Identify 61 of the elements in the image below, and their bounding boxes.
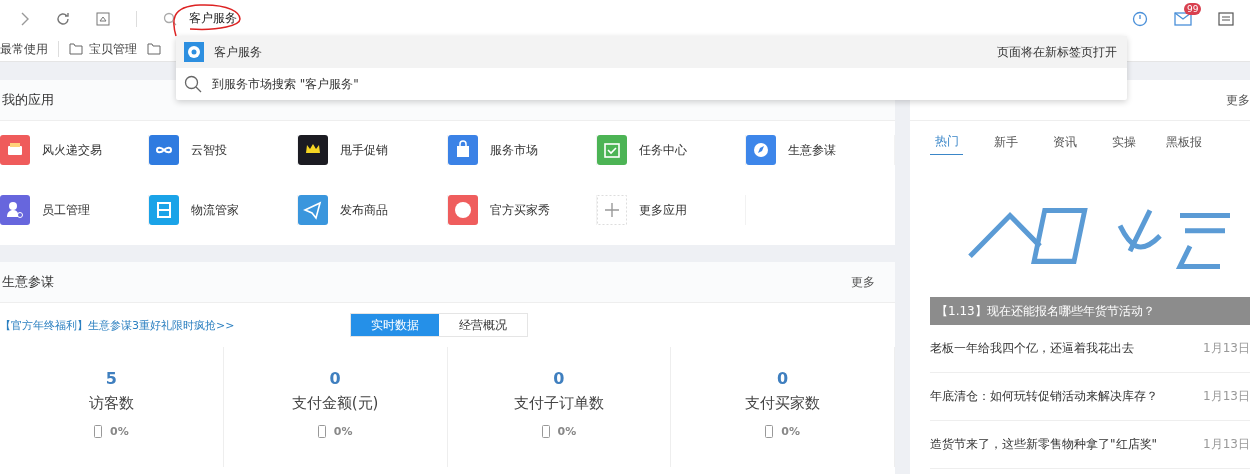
more-link[interactable]: 更多 (851, 273, 875, 291)
stat-label: 支付买家数 (745, 394, 821, 413)
mail-icon[interactable] (1174, 11, 1192, 26)
news-date: 1月13日 (1203, 388, 1250, 405)
stat-value: 0 (777, 369, 789, 388)
news-date: 1月13日 (1203, 436, 1250, 453)
news-link[interactable]: 造货节来了，这些新零售物种拿了"红店奖" (930, 436, 1158, 453)
app-item[interactable]: 任务中心 (596, 135, 746, 165)
app-item[interactable]: 物流管家 (149, 195, 299, 225)
stat-change: 0% (557, 425, 577, 438)
suggestion-item[interactable]: 客户服务 页面将在新标签页打开 (176, 36, 1127, 68)
news-date: 1月13日 (1203, 340, 1250, 357)
stat-label: 支付子订单数 (513, 394, 604, 413)
phone-icon (765, 425, 774, 438)
home-icon[interactable] (96, 11, 110, 26)
app-item[interactable]: 更多应用 (596, 195, 746, 225)
stat-label: 访客数 (88, 394, 134, 413)
stat-value: 5 (105, 369, 117, 388)
news-link[interactable]: 老板一年给我四个亿，还逼着我花出去 (930, 340, 1134, 357)
app-item[interactable]: 风火递交易 (0, 135, 150, 165)
stat-label: 支付金额(元) (291, 394, 379, 413)
section-title: 生意参谋 (2, 273, 54, 291)
plus-icon (596, 195, 627, 225)
news-tab[interactable]: 实操 (1107, 129, 1140, 155)
promo-link[interactable]: 【官方年终福利】生意参谋3重好礼限时疯抢>> (0, 317, 350, 333)
forward-icon[interactable] (20, 11, 30, 26)
news-link[interactable]: 年底清仓：如何玩转促销活动来解决库存？ (930, 388, 1158, 405)
search-icon (184, 75, 202, 93)
app-item[interactable]: 服务市场 (447, 135, 597, 165)
mail-count-badge: 99 (1184, 2, 1202, 15)
stat-value: 0 (553, 369, 565, 388)
app-item[interactable]: 员工管理 (0, 195, 150, 225)
search-icon (163, 11, 177, 26)
stat-change: 0% (110, 425, 129, 438)
suggestion-hint: 页面将在新标签页打开 (997, 43, 1117, 61)
app-item[interactable]: 发布商品 (298, 195, 448, 225)
app-item[interactable]: 生意参谋 (745, 135, 895, 165)
news-tab[interactable]: 热门 (930, 129, 963, 155)
stat-change: 0% (781, 425, 800, 438)
folder-icon[interactable] (69, 43, 83, 55)
more-link[interactable]: 更多 (1226, 91, 1250, 109)
phone-icon (541, 425, 550, 438)
app-item[interactable]: 甩手促销 (298, 135, 448, 165)
address-field[interactable]: 客户服务 (189, 10, 1106, 27)
section-title: 我的应用 (2, 91, 54, 109)
app-item[interactable]: 云智投 (149, 135, 299, 165)
bookmark-link[interactable]: 最常使用 (0, 40, 48, 58)
app-icon (184, 42, 204, 62)
news-tab[interactable]: 新手 (989, 129, 1022, 155)
bookmark-link[interactable]: 宝贝管理 (89, 40, 137, 58)
stat-change: 0% (333, 425, 353, 438)
refresh-icon[interactable] (56, 11, 70, 26)
app-item[interactable]: 官方买家秀 (447, 195, 597, 225)
stat-value: 0 (329, 369, 341, 388)
clock-icon[interactable] (1132, 10, 1148, 27)
phone-icon (94, 425, 103, 438)
folder-icon[interactable] (147, 43, 161, 55)
suggestion-item[interactable]: 到服务市场搜索 "客户服务" (176, 68, 1127, 100)
news-tab[interactable]: 资讯 (1048, 129, 1081, 155)
card-icon[interactable] (1218, 11, 1234, 26)
phone-icon (317, 425, 326, 438)
